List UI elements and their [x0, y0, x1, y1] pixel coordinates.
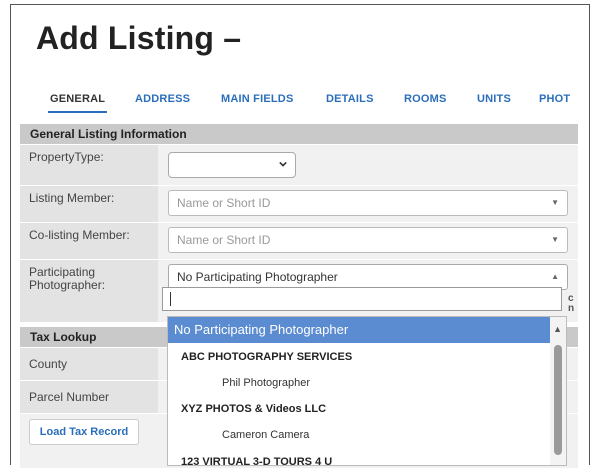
text-cursor: [170, 292, 171, 306]
tab-address[interactable]: ADDRESS: [135, 93, 190, 105]
co-listing-member-row: Co-listing Member: Name or Short ID ▼: [20, 223, 578, 260]
chevron-down-icon: [279, 161, 287, 167]
dropdown-group-xyz: XYZ PHOTOS & Videos LLC: [181, 403, 327, 415]
scroll-up-icon[interactable]: ▲: [553, 324, 562, 334]
dropdown-group-abc: ABC PHOTOGRAPHY SERVICES: [181, 351, 353, 363]
truncated-text-2: n: [568, 303, 575, 314]
dropdown-group-123-virtual: 123 VIRTUAL 3-D TOURS 4 U: [181, 456, 333, 466]
tab-details[interactable]: DETAILS: [326, 93, 374, 105]
scroll-thumb[interactable]: [554, 345, 562, 455]
dropdown-option-phil[interactable]: Phil Photographer: [168, 370, 550, 396]
page-title: Add Listing –: [36, 20, 242, 56]
tab-photos[interactable]: PHOT: [539, 93, 570, 105]
photographer-dropdown: No Participating Photographer ABC PHOTOG…: [167, 316, 567, 466]
property-type-select[interactable]: [168, 152, 296, 178]
county-label: County: [20, 348, 158, 380]
caret-down-icon: ▼: [551, 198, 559, 207]
listing-member-row: Listing Member: Name or Short ID ▼: [20, 186, 578, 223]
co-listing-member-input[interactable]: Name or Short ID ▼: [168, 227, 568, 253]
dropdown-option-no-photographer[interactable]: No Participating Photographer: [168, 317, 550, 343]
listing-member-input[interactable]: Name or Short ID ▼: [168, 190, 568, 216]
photographer-search-input[interactable]: [162, 287, 562, 311]
property-type-label: PropertyType:: [20, 145, 158, 185]
dropdown-option-cameron[interactable]: Cameron Camera: [168, 422, 550, 448]
tab-main-fields[interactable]: MAIN FIELDS: [221, 93, 293, 105]
truncated-text-1: c: [568, 293, 574, 304]
caret-down-icon: ▼: [551, 235, 559, 244]
tab-bar: GENERAL ADDRESS MAIN FIELDS DETAILS ROOM…: [36, 93, 592, 113]
tab-general[interactable]: GENERAL: [47, 93, 108, 113]
parcel-number-label: Parcel Number: [20, 381, 158, 413]
listing-member-label: Listing Member:: [20, 186, 158, 222]
dropdown-scrollbar[interactable]: ▲: [550, 317, 566, 465]
co-listing-member-placeholder: Name or Short ID: [177, 233, 271, 247]
load-tax-record-button[interactable]: Load Tax Record: [29, 419, 139, 445]
general-section-header: General Listing Information: [20, 124, 578, 144]
tab-rooms[interactable]: ROOMS: [404, 93, 447, 105]
co-listing-member-label: Co-listing Member:: [20, 223, 158, 259]
participating-photographer-value: No Participating Photographer: [177, 270, 338, 284]
listing-member-placeholder: Name or Short ID: [177, 196, 271, 210]
participating-photographer-label: Participating Photographer:: [20, 260, 158, 322]
caret-up-icon: ▲: [551, 272, 559, 281]
property-type-row: PropertyType:: [20, 145, 578, 186]
tab-units[interactable]: UNITS: [477, 93, 511, 105]
